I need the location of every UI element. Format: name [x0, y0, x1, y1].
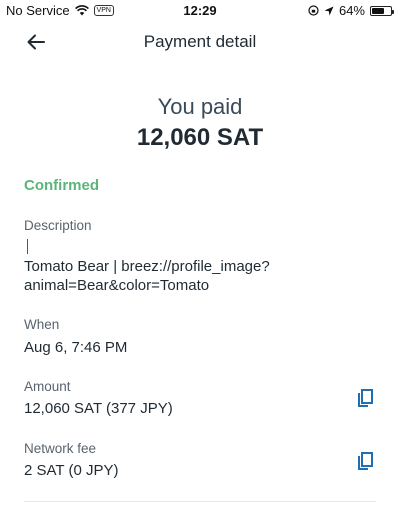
paid-label: You paid	[157, 94, 243, 119]
battery-level	[372, 7, 384, 14]
copy-icon	[358, 388, 373, 407]
description-value-line1: Tomato Bear | breez://profile_image?	[24, 258, 270, 275]
copy-icon	[358, 451, 373, 470]
status-badge: Confirmed	[24, 177, 99, 194]
network-fee-value: 2 SAT (0 JPY)	[24, 462, 119, 479]
app-bar: Payment detail	[0, 26, 400, 58]
amount-value: 12,060 SAT (377 JPY)	[24, 400, 173, 417]
battery-icon	[370, 5, 394, 16]
paid-amount: 12,060 SAT	[136, 124, 264, 151]
when-label: When	[24, 317, 60, 332]
battery-percent: 64%	[338, 3, 365, 18]
when-value: Aug 6, 7:46 PM	[24, 339, 128, 356]
rotation-lock-icon	[308, 5, 319, 16]
status-right: 64%	[308, 3, 394, 18]
location-arrow-icon	[324, 6, 334, 15]
amount-label: Amount	[24, 379, 71, 394]
copy-amount-button[interactable]	[352, 385, 378, 411]
network-fee-label: Network fee	[24, 441, 97, 456]
copy-network-fee-button[interactable]	[352, 448, 378, 474]
text-cursor	[27, 239, 28, 254]
page-title: Payment detail	[143, 32, 257, 51]
status-bar: No Service VPN 12:29 64%	[0, 0, 400, 22]
description-value-line2: animal=Bear&color=Tomato	[24, 277, 210, 294]
description-label: Description	[24, 218, 92, 233]
divider	[24, 501, 376, 502]
